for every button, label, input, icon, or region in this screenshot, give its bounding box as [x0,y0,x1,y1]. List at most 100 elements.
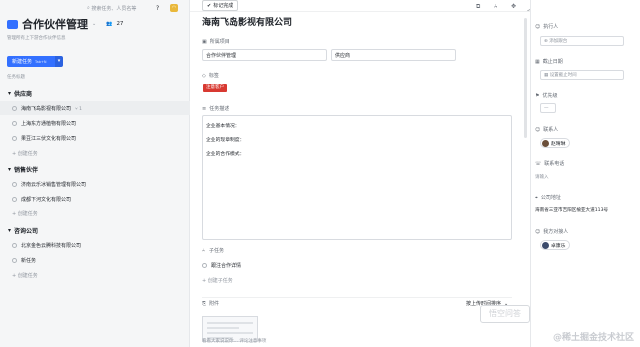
search-input[interactable]: 搜索任务、人员名等 [91,5,136,12]
help-icon[interactable]: ? [156,3,159,13]
subtask-row[interactable]: 跟注合作详情 [202,262,241,269]
new-task-button[interactable]: 新建任务 Tab+N [7,56,55,67]
checkbox-icon[interactable] [12,136,17,141]
checkbox-icon[interactable] [12,121,17,126]
contact-chip[interactable]: 赵晴琳 [540,138,571,148]
calendar-icon: ▦ [535,58,540,65]
task-title: 新任务 [21,258,37,264]
project-title: 合作伙伴管理 [22,18,88,31]
due-date-label: ▦ 截止日期 [535,58,563,66]
move-icon[interactable]: ✥ [511,3,516,10]
folder-icon [7,19,18,29]
due-placeholder: 设置截止时间 [549,73,577,78]
subtask-count-value: 1 [79,106,83,112]
partner-name: 卓康乐 [551,243,566,249]
phone-input[interactable]: 请输入 [535,172,619,182]
phone-label: ☏ 联系电话 [535,160,564,168]
check-icon: ✔ [207,2,212,9]
task-title: 上海东方通植物有限公司 [21,121,77,127]
checkbox-icon[interactable] [12,258,17,263]
user-icon: ☺ [535,23,541,30]
chevron-down-icon: ▾ [8,227,12,234]
section-select[interactable]: 供应商 [331,49,456,61]
priority-select[interactable]: — [540,103,556,113]
contact-name: 赵晴琳 [551,141,566,147]
task-title[interactable]: 海南飞岛影视有限公司 [202,15,292,28]
member-count: 27 [116,21,124,27]
members-icon[interactable]: 👥 [106,21,112,27]
new-task-shortcut: Tab+N [35,59,47,64]
group-consulting[interactable]: ▾ 咨询公司 [8,226,38,235]
tag-badge[interactable]: 注意客户 [203,84,227,92]
task-title: 北京金色云腾科技有限公司 [21,243,82,249]
field-label: 任务描述 [209,106,230,112]
create-task-label: + 创建任务 [12,151,38,157]
group-supplier[interactable]: ▾ 供应商 [8,89,32,98]
paperclip-icon: ⎘ [202,300,207,307]
checkbox-icon[interactable] [202,263,207,268]
create-task-link[interactable]: + 创建任务 [12,210,38,217]
assignee-placeholder: 添加跟台 [549,39,568,44]
chevron-down-icon: ▾ [8,90,12,97]
field-label: 公司地址 [540,195,561,201]
description-line: 企业的现章制度： [206,138,245,143]
chevron-down-icon[interactable]: ⌄ [92,21,96,27]
create-task-link[interactable]: + 创建任务 [12,150,38,157]
field-label: 所属项目 [209,39,230,45]
watermark: @稀土掘金技术社区 [552,333,634,343]
folder-icon: ▣ [202,38,207,45]
project-subtitle: 管理所有上下游合作伙伴信息 [7,36,66,41]
new-task-label: 新建任务 [12,59,33,65]
description-field-label: ≡ 任务描述 [202,105,230,113]
task-row[interactable]: 济南云乐冰销售管理有限公司 [12,181,86,188]
project-header: 合作伙伴管理 ⌄ 👥 27 [7,16,123,32]
project-field-label: ▣ 所属项目 [202,38,230,46]
address-value[interactable]: 海南省三亚市吉阳区榆亚大道113号 [535,207,608,213]
due-date-input[interactable]: ▦ 设置截止时间 [540,70,624,80]
assignee-input[interactable]: ⊕ 添加跟台 [540,36,624,46]
create-task-label: + 创建任务 [12,273,38,279]
task-row[interactable]: 新任务 [12,257,36,264]
copy-icon[interactable]: ⧉ [476,3,480,11]
task-row[interactable]: 北京金色云腾科技有限公司 [12,242,81,249]
comment-input[interactable]: 看看大家说说你… 评论注意事项 [202,338,266,344]
scrollbar[interactable] [524,18,527,138]
priority-label: ⚑ 优先级 [535,92,558,100]
chevron-down-icon: ▾ [8,166,12,173]
user-icon: ☺ [535,228,541,235]
task-row[interactable]: 上海东方通植物有限公司 [12,120,76,127]
subtask-icon[interactable]: ⑃ [494,3,498,10]
user-icon: ☺ [535,126,541,133]
group-sales-partner[interactable]: ▾ 销售伙伴 [8,165,38,174]
task-title: 果豆江三伏文化有限公司 [21,136,77,142]
checkbox-icon[interactable] [12,182,17,187]
create-task-label: + 创建任务 [12,211,38,217]
description-editor[interactable] [202,115,512,240]
avatar [542,241,549,249]
create-task-link[interactable]: + 创建任务 [12,272,38,279]
app-logo-icon[interactable]: ◠ [170,3,178,13]
create-subtask-link[interactable]: + 创建子任务 [202,277,233,284]
task-title: 海南飞岛影视有限公司 [21,106,72,112]
checkbox-icon[interactable] [12,243,17,248]
project-select[interactable]: 合作伙伴管理 [202,49,327,61]
partner-chip[interactable]: 卓康乐 [540,240,571,250]
assignee-label: ☺ 执行人 [535,23,559,31]
location-icon: ⌖ [535,194,538,201]
description-line: 企业基本情况： [206,124,240,129]
field-label: 优先级 [542,93,558,99]
mark-done-button[interactable]: ✔ 标记完成 [202,0,239,11]
search-box[interactable]: ⌕ 搜索任务、人员名等 [87,3,136,13]
task-row[interactable]: 果豆江三伏文化有限公司 [12,135,76,142]
field-label: 执行人 [543,24,559,30]
group-label: 咨询公司 [14,228,39,235]
task-row[interactable]: 海南飞岛影视有限公司 ⑂ 1 [12,105,82,112]
checkbox-icon[interactable] [12,106,17,111]
new-task-dropdown[interactable]: ▾ [55,56,63,67]
partner-label: ☺ 我方对接人 [535,228,568,236]
field-label: 子任务 [209,248,225,254]
flag-icon: ⚑ [535,92,540,99]
task-row[interactable]: 成都下河文化有限公司 [12,196,71,203]
checkbox-icon[interactable] [12,197,17,202]
app-window: ⌕ 搜索任务、人员名等 ? ◠ 合作伙伴管理 ⌄ 👥 27 管理所有上下游合作伙… [0,0,640,347]
